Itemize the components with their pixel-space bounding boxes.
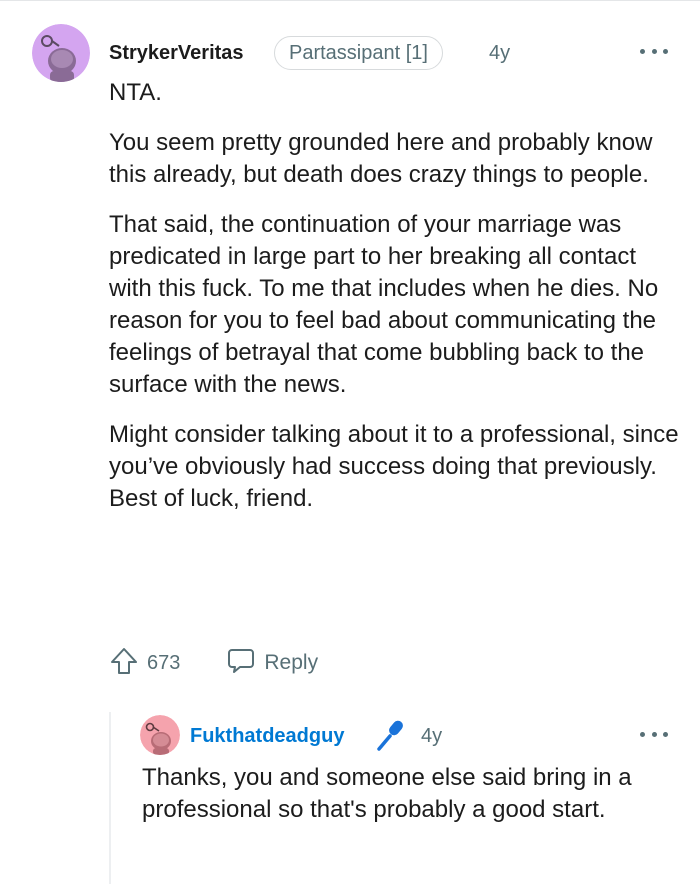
- speech-bubble-icon: [226, 646, 256, 681]
- vote-count: 673: [147, 651, 181, 674]
- thread-line[interactable]: [109, 712, 111, 884]
- more-options-icon[interactable]: [640, 729, 668, 739]
- comment-age: 4y: [489, 42, 511, 64]
- reply-body: Thanks, you and someone else said bring …: [142, 764, 632, 823]
- user-flair: Partassipant [1]: [274, 36, 443, 70]
- comment-paragraph: NTA.: [109, 79, 162, 106]
- reply-avatar[interactable]: [140, 715, 180, 755]
- comment-paragraph: That said, the continuation of your marr…: [109, 211, 659, 398]
- reply-age: 4y: [421, 725, 443, 747]
- comment-actions: 673 Reply: [109, 645, 318, 681]
- reply-label: Reply: [264, 651, 319, 674]
- microphone-icon: [375, 718, 409, 757]
- more-options-icon[interactable]: [640, 46, 668, 56]
- comment-author[interactable]: StrykerVeritas: [109, 41, 244, 65]
- comment-paragraph: Might consider talking about it to a pro…: [109, 421, 679, 512]
- comment-body: NTA. You seem pretty grounded here and p…: [109, 77, 679, 533]
- upvote-button[interactable]: 673: [109, 646, 180, 681]
- comment-paragraph: You seem pretty grounded here and probab…: [109, 129, 653, 188]
- top-divider: [0, 0, 700, 1]
- upvote-arrow-icon: [109, 646, 139, 681]
- reply-button[interactable]: Reply: [226, 646, 318, 681]
- avatar[interactable]: [32, 24, 90, 82]
- reply-author[interactable]: Fukthatdeadguy: [190, 724, 344, 748]
